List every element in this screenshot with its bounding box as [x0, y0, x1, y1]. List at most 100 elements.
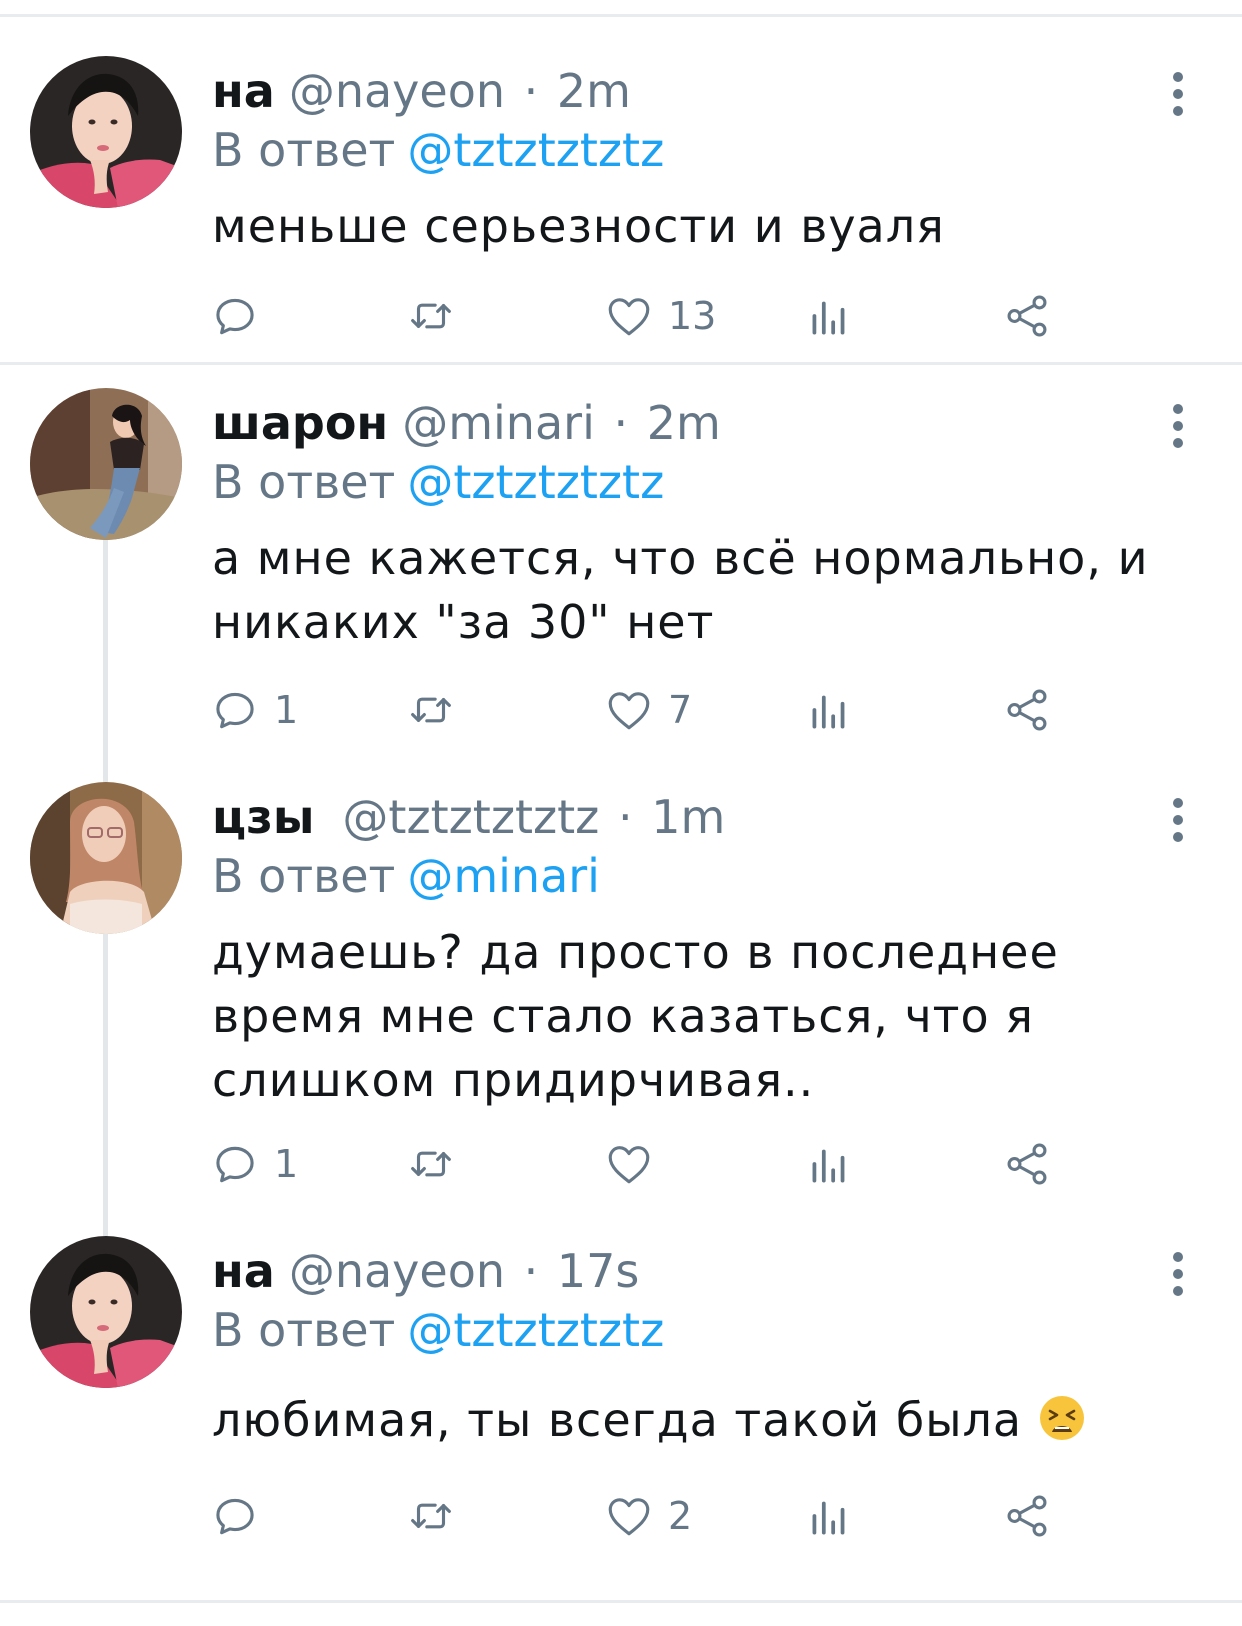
more-vertical-icon[interactable]	[1166, 798, 1190, 858]
heart-icon	[604, 1491, 654, 1541]
timestamp[interactable]: 2m	[647, 396, 721, 450]
analytics-icon	[804, 1139, 854, 1189]
like-count: 7	[668, 688, 693, 732]
more-vertical-icon[interactable]	[1166, 1252, 1190, 1312]
action-bar: 1	[0, 1134, 1242, 1194]
analytics-button[interactable]	[804, 286, 854, 346]
reply-context: В ответ @minari	[212, 844, 600, 908]
analytics-button[interactable]	[804, 1134, 854, 1194]
analytics-button[interactable]	[804, 680, 854, 740]
avatar-nayeon[interactable]	[30, 56, 182, 208]
retweet-button[interactable]	[406, 1486, 470, 1546]
share-button[interactable]	[1002, 680, 1052, 740]
tweet-header: на @nayeon · 17s	[212, 1236, 639, 1306]
heart-icon	[604, 291, 654, 341]
reply-icon	[210, 1491, 260, 1541]
share-button[interactable]	[1002, 1134, 1052, 1194]
tweet-header: на @nayeon · 2m	[212, 56, 631, 126]
display-name[interactable]: на	[212, 64, 275, 118]
tweet-text-line: слишком придирчивая..	[212, 1053, 815, 1107]
reply-prefix: В ответ	[212, 123, 396, 177]
reply-context: В ответ @tztztztztz	[212, 1298, 664, 1362]
reply-mention-link[interactable]: @minari	[407, 849, 600, 903]
reply-icon	[210, 1139, 260, 1189]
reply-button[interactable]: 1	[210, 680, 298, 740]
action-bar: 13	[0, 286, 1242, 346]
display-name[interactable]: на	[212, 1244, 275, 1298]
reply-prefix: В ответ	[212, 455, 396, 509]
analytics-icon	[804, 685, 854, 735]
avatar-tztztztztz[interactable]	[30, 782, 182, 934]
like-button[interactable]: 7	[604, 680, 692, 740]
reply-context: В ответ @tztztztztz	[212, 118, 664, 182]
heart-icon	[604, 685, 654, 735]
reply-button[interactable]: 1	[210, 1134, 298, 1194]
share-button[interactable]	[1002, 1486, 1052, 1546]
heart-icon	[604, 1139, 654, 1189]
like-button[interactable]	[604, 1134, 668, 1194]
tweet-text-line: время мне стало казаться, что я	[212, 989, 1034, 1043]
share-icon	[1002, 685, 1052, 735]
tweet-text-line: любимая, ты всегда такой была	[212, 1388, 1172, 1452]
retweet-icon	[406, 1491, 456, 1541]
thread-connector	[103, 540, 108, 785]
retweet-button[interactable]	[406, 680, 470, 740]
analytics-icon	[804, 1491, 854, 1541]
timestamp[interactable]: 1m	[651, 790, 725, 844]
reply-icon	[210, 291, 260, 341]
retweet-button[interactable]	[406, 1134, 470, 1194]
action-bar: 2	[0, 1486, 1242, 1546]
handle[interactable]: @minari	[402, 396, 595, 450]
handle[interactable]: @nayeon	[289, 64, 505, 118]
dot-separator: ·	[617, 790, 633, 844]
avatar-minari[interactable]	[30, 388, 182, 540]
reply-icon	[210, 685, 260, 735]
reply-button[interactable]	[210, 1486, 274, 1546]
tweet-header: цзы @tztztztztz · 1m	[212, 782, 725, 852]
more-vertical-icon[interactable]	[1166, 72, 1190, 132]
tweet-text-line: меньше серьезности и вуаля	[212, 199, 945, 253]
display-name[interactable]: шарон	[212, 396, 388, 450]
avatar-nayeon[interactable]	[30, 1236, 182, 1388]
handle[interactable]: @tztztztztz	[342, 790, 599, 844]
tweet-separator	[0, 362, 1242, 365]
timestamp[interactable]: 2m	[557, 64, 631, 118]
tweet-text-line: никаких "за 30" нет	[212, 595, 715, 649]
reply-mention-link[interactable]: @tztztztztz	[407, 1303, 664, 1357]
tweet-header: шарон @minari · 2m	[212, 388, 721, 458]
display-name[interactable]: цзы	[212, 790, 314, 844]
share-icon	[1002, 291, 1052, 341]
reply-count: 1	[274, 688, 299, 732]
top-separator	[0, 14, 1242, 17]
tweet-text: меньше серьезности и вуаля	[212, 194, 1172, 258]
tweet-text: любимая, ты всегда такой была	[212, 1388, 1172, 1452]
reply-prefix: В ответ	[212, 1303, 396, 1357]
tweet-text-content: любимая, ты всегда такой была	[212, 1393, 1023, 1447]
reply-mention-link[interactable]: @tztztztztz	[407, 455, 664, 509]
timestamp[interactable]: 17s	[557, 1244, 640, 1298]
retweet-button[interactable]	[406, 286, 470, 346]
handle[interactable]: @nayeon	[289, 1244, 505, 1298]
retweet-icon	[406, 685, 456, 735]
tired-face-emoji	[1039, 1396, 1084, 1440]
like-count: 2	[668, 1494, 693, 1538]
bottom-separator	[0, 1600, 1242, 1603]
tweet-text-line: думаешь? да просто в последнее	[212, 925, 1059, 979]
dot-separator: ·	[523, 64, 539, 118]
reply-prefix: В ответ	[212, 849, 396, 903]
analytics-button[interactable]	[804, 1486, 854, 1546]
retweet-icon	[406, 291, 456, 341]
reply-button[interactable]	[210, 286, 274, 346]
reply-mention-link[interactable]: @tztztztztz	[407, 123, 664, 177]
tweet-text: думаешь? да просто в последнее время мне…	[212, 920, 1172, 1112]
dot-separator: ·	[613, 396, 629, 450]
share-icon	[1002, 1139, 1052, 1189]
share-button[interactable]	[1002, 286, 1052, 346]
like-count: 13	[668, 294, 717, 338]
reply-count: 1	[274, 1142, 299, 1186]
like-button[interactable]: 2	[604, 1486, 692, 1546]
action-bar: 1 7	[0, 680, 1242, 740]
more-vertical-icon[interactable]	[1166, 404, 1190, 464]
tweet-text-line: а мне кажется, что всё нормально, и	[212, 531, 1149, 585]
like-button[interactable]: 13	[604, 286, 716, 346]
